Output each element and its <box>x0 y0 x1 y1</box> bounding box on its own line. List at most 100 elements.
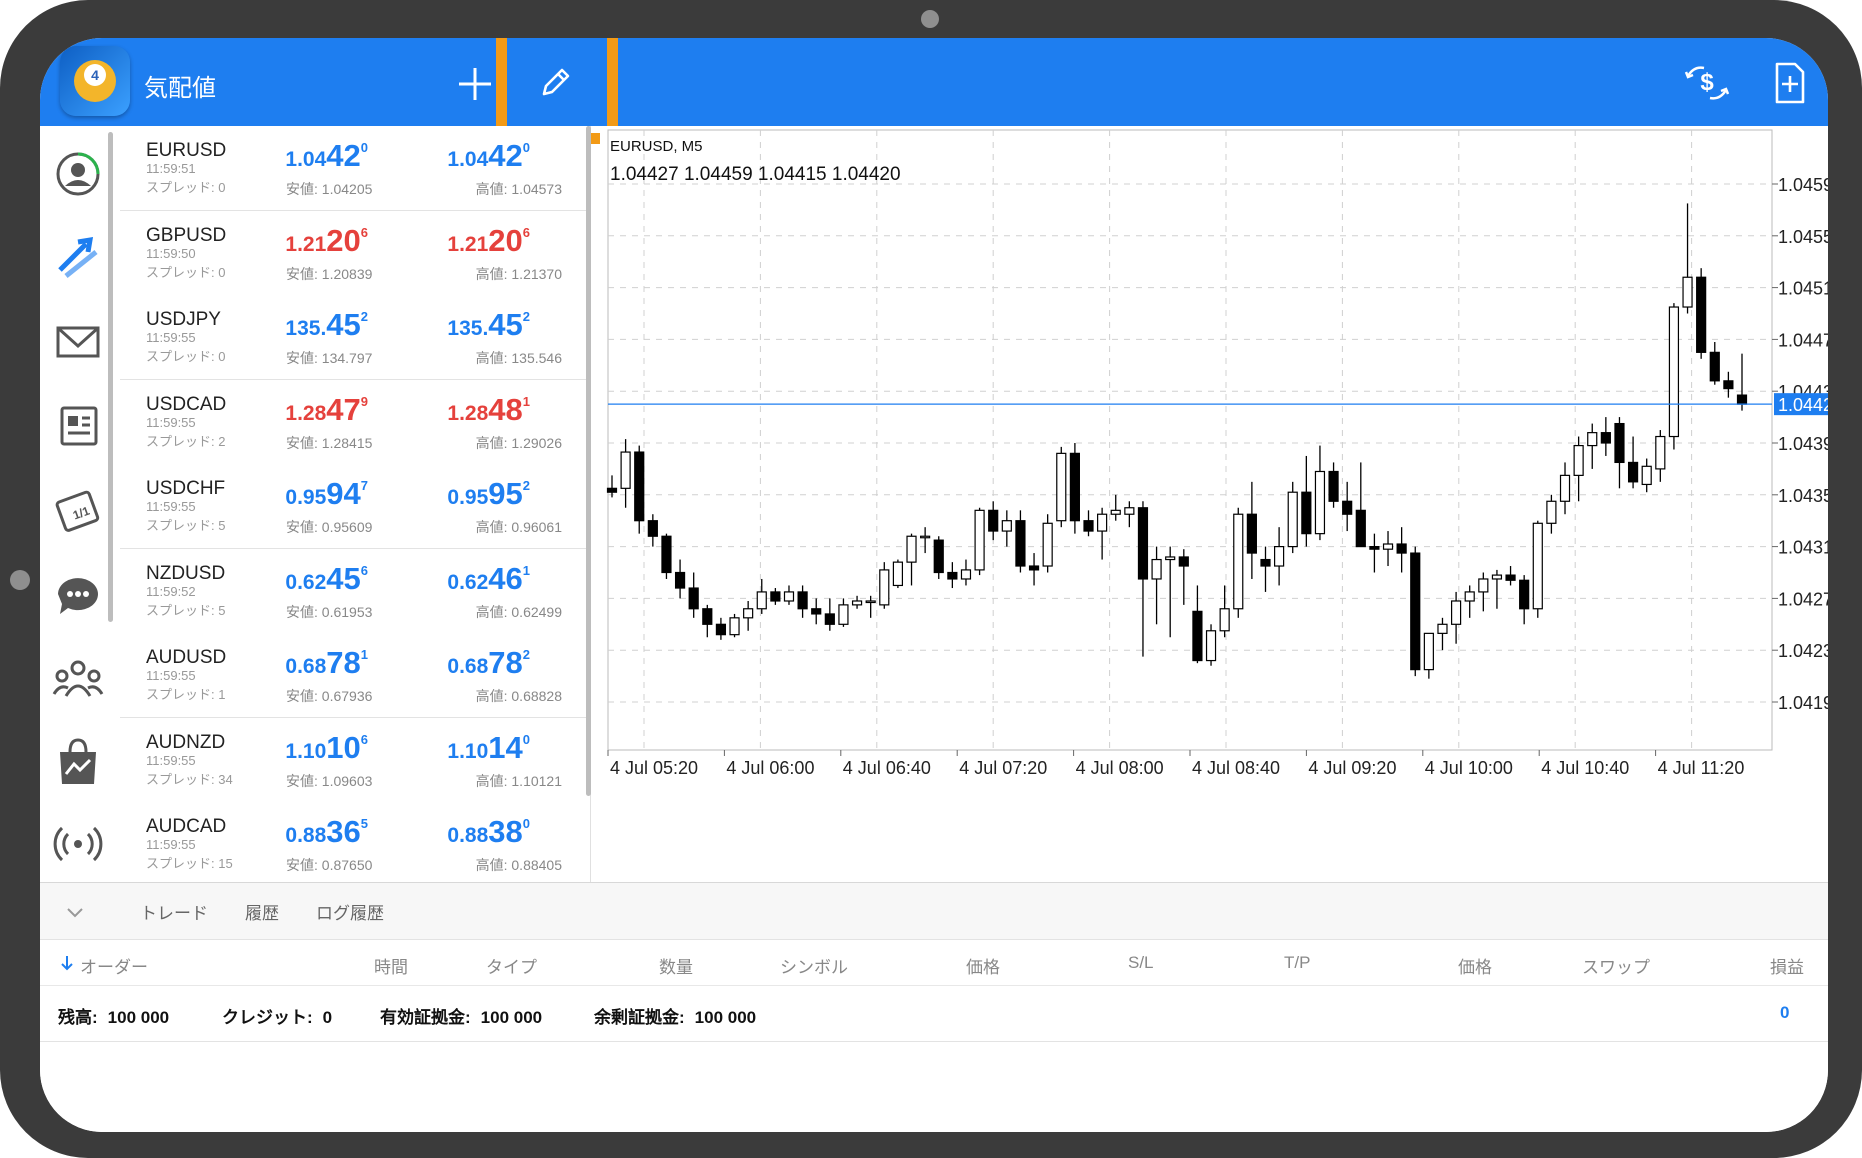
quote-ask[interactable]: 135.452 <box>380 307 530 343</box>
quote-bid[interactable]: 1.28479 <box>218 392 368 428</box>
quote-row[interactable]: NZDUSD 11:59:52 スプレッド: 5 0.62456 0.62461 安値: … <box>120 548 590 634</box>
community-icon[interactable] <box>50 650 106 706</box>
account-icon[interactable] <box>50 146 106 202</box>
chart-canvas[interactable]: 1.045901.045501.045101.044701.044301.043… <box>600 126 1828 882</box>
tab-trade[interactable]: トレード <box>140 899 208 924</box>
quote-row[interactable]: GBPUSD 11:59:50 スプレッド: 0 1.21206 1.21206 安値: … <box>120 210 590 296</box>
camera-dot <box>921 10 939 28</box>
candle-body <box>892 561 904 587</box>
current-price-label: 1.04420 <box>1778 395 1828 415</box>
tab-journal[interactable]: ログ履歴 <box>316 899 384 924</box>
candle-body <box>783 591 795 602</box>
col-swap[interactable]: スワップ <box>1582 953 1650 978</box>
candle-body <box>1165 556 1176 561</box>
candle-body <box>620 451 631 489</box>
col-current-price[interactable]: 価格 <box>1458 953 1492 978</box>
quote-bid[interactable]: 0.62456 <box>218 561 368 597</box>
col-volume[interactable]: 数量 <box>659 953 693 978</box>
quote-spread: スプレッド: 0 <box>146 349 226 364</box>
tab-history[interactable]: 履歴 <box>245 899 279 924</box>
quote-symbol: USDJPY <box>146 309 221 330</box>
quote-bid[interactable]: 1.21206 <box>218 223 368 259</box>
candle-body <box>797 591 808 610</box>
svg-text:1/1: 1/1 <box>71 504 92 523</box>
economic-calendar-icon[interactable]: 1/1 <box>50 482 106 538</box>
col-tp[interactable]: T/P <box>1284 953 1310 973</box>
quotes-scrollbar[interactable] <box>586 126 591 796</box>
quote-bid[interactable]: 1.10106 <box>218 730 368 766</box>
trade-arrows-icon[interactable] <box>50 230 106 286</box>
quote-bid[interactable]: 0.68781 <box>218 645 368 681</box>
balance-row: 残高: 100 000 クレジット: 0 有効証拠金: 100 000 余剰証拠金: 1… <box>40 985 1828 1042</box>
quote-row[interactable]: AUDNZD 11:59:55 スプレッド: 34 1.10106 1.10140 安値:… <box>120 717 590 803</box>
quote-bid[interactable]: 1.04420 <box>218 138 368 174</box>
col-symbol[interactable]: シンボル <box>780 953 848 978</box>
quote-ask[interactable]: 1.04420 <box>380 138 530 174</box>
quote-time: 11:59:55 <box>146 414 196 430</box>
sidebar-scrollbar[interactable] <box>108 132 113 622</box>
quote-high: 高値: 1.21370 <box>475 265 562 282</box>
add-document-icon[interactable] <box>1765 58 1815 108</box>
quote-spread: スプレッド: 15 <box>146 856 233 871</box>
candle-body <box>1260 558 1271 567</box>
quote-ask[interactable]: 1.21206 <box>380 223 530 259</box>
quote-ask[interactable]: 0.68782 <box>380 645 530 681</box>
x-tick-label: 4 Jul 08:40 <box>1192 758 1280 778</box>
col-price[interactable]: 価格 <box>966 953 1000 978</box>
quote-ask[interactable]: 1.28481 <box>380 392 530 428</box>
col-sl[interactable]: S/L <box>1128 953 1154 973</box>
candle-body <box>1723 380 1734 390</box>
quote-row[interactable]: AUDCAD 11:59:55 スプレッド: 15 0.88365 0.88380 安値:… <box>120 802 590 882</box>
quote-ask[interactable]: 0.88380 <box>380 814 530 850</box>
quote-symbol: USDCHF <box>146 478 226 499</box>
candle-body <box>974 509 985 571</box>
col-profit[interactable]: 損益 <box>1770 953 1804 978</box>
candle-body <box>1396 543 1407 554</box>
quote-spread: スプレッド: 0 <box>146 264 226 280</box>
plus-icon[interactable] <box>450 58 500 108</box>
candle-body <box>1655 435 1666 470</box>
quote-row[interactable]: AUDUSD 11:59:55 スプレッド: 1 0.68781 0.68782 安値: … <box>120 633 590 718</box>
col-time[interactable]: 時間 <box>374 953 408 978</box>
quote-spread: スプレッド: 0 <box>146 180 226 195</box>
col-type[interactable]: タイプ <box>486 953 537 978</box>
quote-row[interactable]: USDCAD 11:59:55 スプレッド: 2 1.28479 1.28481 安値: … <box>120 379 590 465</box>
candle-body <box>1069 452 1080 522</box>
y-tick-label: 1.04230 <box>1778 641 1828 661</box>
chat-icon[interactable] <box>50 566 106 622</box>
candle-body <box>1233 513 1244 610</box>
col-order[interactable]: オーダー <box>80 953 148 978</box>
quote-ask[interactable]: 0.95952 <box>380 476 530 512</box>
market-bag-icon[interactable] <box>50 734 106 790</box>
signal-icon[interactable] <box>50 816 106 872</box>
quote-row[interactable]: EURUSD 11:59:51 スプレッド: 0 1.04420 1.04420 安値: … <box>120 126 590 211</box>
x-tick-label: 4 Jul 07:20 <box>959 758 1047 778</box>
candle-body <box>1410 552 1421 671</box>
candle-body <box>1042 522 1053 567</box>
chevron-down-icon[interactable] <box>64 901 86 923</box>
candle-body <box>879 569 890 606</box>
quote-time: 11:59:50 <box>146 245 196 261</box>
quote-bid[interactable]: 0.95947 <box>218 476 368 512</box>
quote-time: 11:59:51 <box>146 161 196 176</box>
quote-row[interactable]: USDJPY 11:59:55 スプレッド: 0 135.452 135.452 安値: … <box>120 295 590 380</box>
y-tick-label: 1.04270 <box>1778 589 1828 609</box>
price-chart[interactable]: 1.045901.045501.045101.044701.044301.043… <box>600 126 1828 882</box>
candle-body <box>688 587 699 610</box>
quote-bid[interactable]: 0.88365 <box>218 814 368 850</box>
equity: 有効証拠金: 100 000 <box>380 1003 542 1028</box>
quote-ask[interactable]: 1.10140 <box>380 730 530 766</box>
candle-body <box>729 617 740 636</box>
sort-down-arrow-icon[interactable] <box>60 955 74 971</box>
terminal-tabs: トレード 履歴 ログ履歴 <box>40 883 1828 940</box>
app-logo[interactable]: 4 <box>60 46 130 116</box>
quote-row[interactable]: USDCHF 11:59:55 スプレッド: 5 0.95947 0.95952 安値: … <box>120 464 590 549</box>
candle-body <box>1083 520 1094 532</box>
quote-bid[interactable]: 135.452 <box>218 307 368 343</box>
mail-icon[interactable] <box>50 314 106 370</box>
quote-ask[interactable]: 0.62461 <box>380 561 530 597</box>
quote-symbol: USDCAD <box>146 393 227 415</box>
currency-swap-icon[interactable]: $ <box>1682 58 1732 108</box>
news-icon[interactable] <box>50 398 106 454</box>
candle-body <box>1491 574 1503 580</box>
